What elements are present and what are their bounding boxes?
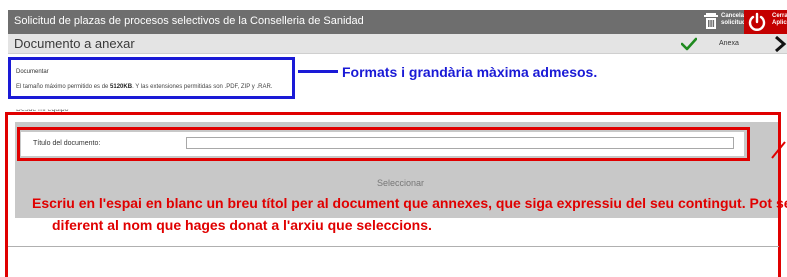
red-pointer-line: [771, 141, 786, 159]
trash-icon[interactable]: [703, 12, 719, 30]
exit-label-text: Cerrar Aplicación: [772, 13, 787, 26]
next-arrow-icon[interactable]: [773, 36, 787, 52]
cancel-request-label: Cancela solicitud: [721, 13, 746, 26]
title-annotation: Escriu en l'espai en blanc un breu títol…: [32, 195, 787, 233]
power-icon[interactable]: [748, 12, 766, 32]
app-title: Solicitud de plazas de procesos selectiv…: [14, 15, 364, 27]
cancel-request-button[interactable]: Cancela solicitud: [721, 13, 746, 27]
section-title: Documento a anexar: [14, 36, 135, 51]
formats-annotation: Formats i grandària màxima admesos.: [342, 64, 598, 80]
exit-label: Cerrar Aplicación: [772, 13, 787, 27]
blue-pointer-line: [298, 70, 338, 73]
annex-button-label[interactable]: Anexa: [719, 40, 739, 47]
blue-highlight-box: [8, 57, 295, 99]
divider: [8, 246, 779, 247]
check-icon[interactable]: [681, 37, 697, 51]
